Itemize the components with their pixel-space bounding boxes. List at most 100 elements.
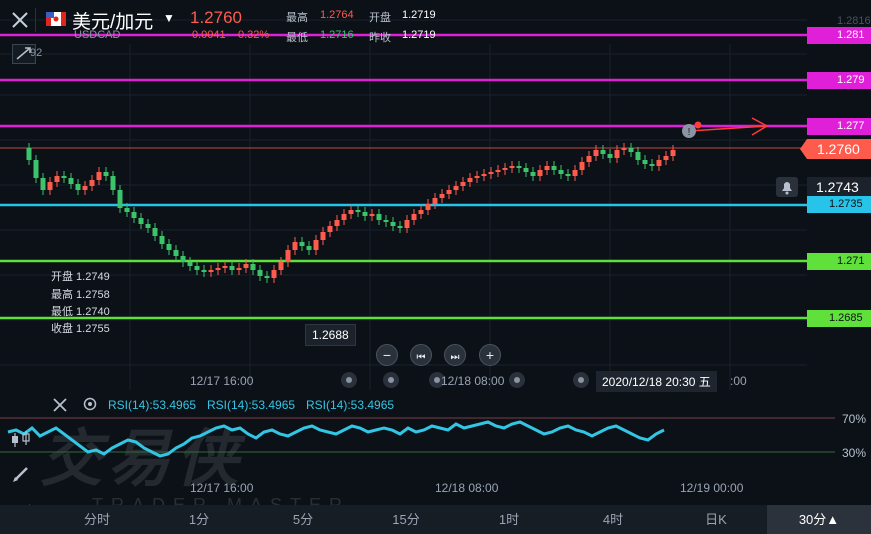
timeline-marker[interactable] <box>383 372 399 388</box>
crosshair-time-tooltip: 2020/12/18 20:30 五 <box>596 371 717 392</box>
open-label: 开盘 <box>369 12 391 24</box>
svg-text:!: ! <box>688 127 691 138</box>
minus-icon: − <box>382 347 392 363</box>
time-label: :00 <box>730 374 747 388</box>
price-chart[interactable]: ! <box>0 0 871 390</box>
candle-body <box>236 268 242 270</box>
candle-body <box>33 160 39 178</box>
plus-icon: + <box>485 347 495 363</box>
tab-1hour[interactable]: 1时 <box>460 505 558 534</box>
usd-cad-flag-icon <box>46 12 66 26</box>
candle-body <box>257 270 263 276</box>
price-label-12735[interactable]: 1.2735 <box>807 196 871 213</box>
candle-body <box>26 148 32 160</box>
open-value: 1.2719 <box>402 9 436 21</box>
tab-1min[interactable]: 1分 <box>150 505 248 534</box>
candle-body <box>572 170 578 176</box>
zoom-in-button[interactable]: + <box>479 344 501 366</box>
timeline-marker[interactable] <box>573 372 589 388</box>
candle-body <box>313 240 319 250</box>
candle-body <box>215 268 221 270</box>
low-value-tooltip: 1.2688 <box>305 324 356 346</box>
candle-body <box>656 160 662 166</box>
level-count: 92 <box>30 47 43 59</box>
zoom-out-button[interactable]: − <box>376 344 398 366</box>
trend-arrow[interactable]: ! <box>682 117 769 138</box>
price-label-12685[interactable]: 1.2685 <box>807 310 871 327</box>
current-price-pointer <box>800 139 807 159</box>
candle-body <box>544 166 550 170</box>
candle-body <box>103 172 109 176</box>
scroll-end-button[interactable]: ⏭ <box>444 344 466 366</box>
candle-body <box>117 190 123 208</box>
candle-body <box>145 224 151 228</box>
price-label-1281[interactable]: 1.281 <box>807 27 871 44</box>
candle-body <box>523 168 529 172</box>
close-button[interactable] <box>8 8 36 32</box>
tab-5min[interactable]: 5分 <box>254 505 352 534</box>
price-label-1277[interactable]: 1.277 <box>807 118 871 135</box>
candle-body <box>579 162 585 170</box>
candle-body <box>502 168 508 170</box>
ohlc-open: 开盘 1.2749 <box>51 271 110 283</box>
settings-icon[interactable] <box>82 396 98 412</box>
candle-body <box>593 150 599 156</box>
candle-body <box>586 156 592 162</box>
candle-body <box>152 228 158 236</box>
candle-body <box>250 264 256 270</box>
candle-body <box>383 220 389 222</box>
candle-body <box>159 236 165 244</box>
candle-body <box>327 226 333 232</box>
candle-body <box>138 218 144 224</box>
candle-body <box>390 222 396 226</box>
candle-body <box>551 166 557 170</box>
timeline-marker[interactable] <box>341 372 357 388</box>
candle-body <box>229 266 235 270</box>
candle-body <box>670 150 676 156</box>
candle-body <box>488 172 494 174</box>
candle-body <box>89 180 95 186</box>
tab-timeshare[interactable]: 分时 <box>48 505 146 534</box>
candle-body <box>404 220 410 228</box>
candle-body <box>397 226 403 228</box>
rsi-level-high: 70% <box>842 412 867 426</box>
alert-price-label[interactable]: 1.2743 <box>807 177 871 197</box>
ohlc-high: 最高 1.2758 <box>51 289 110 301</box>
symbol-dropdown-caret-icon[interactable]: ▼ <box>163 11 175 25</box>
candle-body <box>467 178 473 182</box>
tab-4hour[interactable]: 4时 <box>564 505 662 534</box>
candle-body <box>663 156 669 160</box>
scroll-start-button[interactable]: ⏮ <box>410 344 432 366</box>
ohlc-low: 最低 1.2740 <box>51 306 110 318</box>
rsi-line <box>7 420 665 458</box>
candle-body <box>110 176 116 190</box>
timeline-marker[interactable] <box>509 372 525 388</box>
candlestick-icon <box>12 431 30 447</box>
candle-body <box>180 256 186 262</box>
draw-tool-button[interactable] <box>6 460 36 488</box>
alert-bell-button[interactable] <box>776 177 798 197</box>
price-label-1279[interactable]: 1.279 <box>807 72 871 89</box>
candle-body <box>649 164 655 166</box>
rsi-value-2: RSI(14):53.4965 <box>207 398 296 412</box>
candle-body <box>194 266 200 270</box>
tab-daily[interactable]: 日K <box>667 505 765 534</box>
candle-body <box>96 172 102 180</box>
candle-body <box>446 190 452 194</box>
candle-body <box>481 174 487 176</box>
skip-forward-icon: ⏭ <box>450 352 460 363</box>
close-indicator-icon[interactable] <box>52 397 68 413</box>
candle-body <box>82 186 88 190</box>
candle-body <box>208 270 214 272</box>
candle-body <box>271 270 277 278</box>
price-change-percent: 0.32% <box>238 29 270 41</box>
price-label-1271[interactable]: 1.271 <box>807 253 871 270</box>
high-value: 1.2764 <box>320 9 354 21</box>
candle-body <box>201 270 207 272</box>
indicator-tool-button[interactable] <box>6 426 36 454</box>
candle-body <box>642 160 648 164</box>
candle-body <box>75 184 81 190</box>
tab-15min[interactable]: 15分 <box>357 505 455 534</box>
tab-30min[interactable]: 30分▲ <box>767 505 871 534</box>
candle-body <box>628 148 634 152</box>
